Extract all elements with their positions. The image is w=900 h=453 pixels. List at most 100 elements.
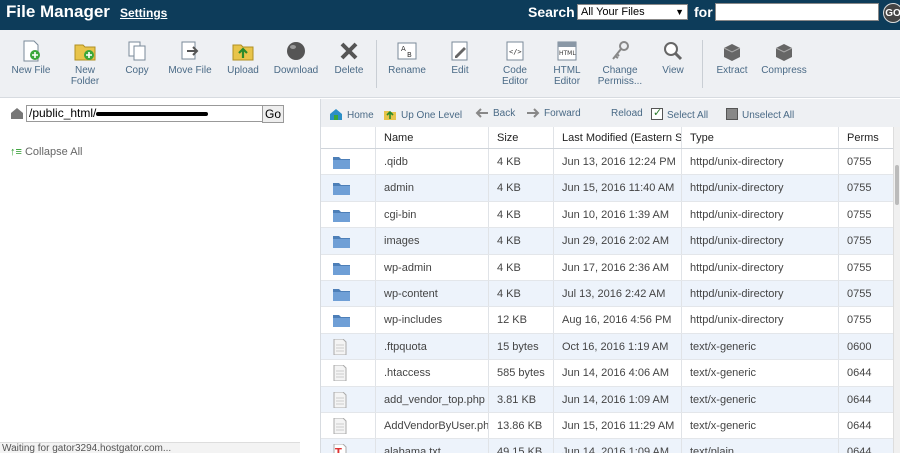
file-perms[interactable]: 0644 bbox=[839, 439, 895, 453]
file-perms[interactable]: 0644 bbox=[839, 413, 895, 438]
file-perms[interactable]: 0755 bbox=[839, 281, 895, 306]
file-perms[interactable]: 0644 bbox=[839, 387, 895, 412]
home-icon[interactable] bbox=[10, 107, 24, 119]
file-name[interactable]: images bbox=[376, 228, 489, 254]
type-column-header[interactable]: Type bbox=[682, 127, 839, 148]
file-name[interactable]: admin bbox=[376, 175, 489, 201]
new-folder-icon bbox=[74, 44, 96, 61]
search-go-button[interactable]: GO bbox=[883, 3, 900, 23]
table-row[interactable]: wp-content 4 KB Jul 13, 2016 2:42 AM httpd/… bbox=[321, 280, 895, 308]
perms-column-header[interactable]: Perms bbox=[839, 127, 895, 148]
view-button[interactable]: View bbox=[660, 40, 686, 76]
file-name[interactable]: AddVendorByUser.php bbox=[376, 412, 489, 439]
file-size: 4 KB bbox=[489, 149, 554, 175]
file-name[interactable]: alabama.txt bbox=[376, 439, 489, 453]
upload-button[interactable]: Upload bbox=[226, 40, 260, 76]
back-button[interactable]: Back bbox=[475, 108, 515, 119]
scrollbar-thumb[interactable] bbox=[895, 165, 899, 205]
file-name[interactable]: cgi-bin bbox=[376, 201, 489, 228]
file-rows: .qidb 4 KB Jun 13, 2016 12:24 PM httpd/unix… bbox=[321, 149, 895, 453]
modified-column-header[interactable]: Last Modified (Eastern St bbox=[554, 127, 682, 148]
new-file-button[interactable]: New File bbox=[10, 40, 52, 76]
file-perms[interactable]: 0600 bbox=[839, 334, 895, 359]
file-icon-cell[interactable] bbox=[321, 307, 376, 333]
search-scope-select[interactable]: All Your Files ▼ bbox=[577, 4, 688, 20]
file-perms[interactable]: 0755 bbox=[839, 307, 895, 332]
svg-text:T: T bbox=[335, 447, 342, 453]
copy-icon bbox=[128, 41, 146, 61]
new-folder-button[interactable]: New Folder bbox=[66, 40, 104, 87]
navigation-bar: Home Up One Level Back Forward Reload Se… bbox=[321, 99, 900, 127]
code-editor-button[interactable]: </> Code Editor bbox=[496, 40, 534, 87]
extract-label: Extract bbox=[716, 65, 748, 76]
download-button[interactable]: Download bbox=[272, 40, 320, 76]
move-file-button[interactable]: Move File bbox=[166, 40, 214, 76]
file-name[interactable]: add_vendor_top.php bbox=[376, 386, 489, 412]
table-row[interactable]: .htaccess 585 bytes Jun 14, 2016 4:06 AM te… bbox=[321, 360, 895, 387]
file-icon bbox=[333, 338, 347, 355]
file-modified: Jun 29, 2016 2:02 AM bbox=[554, 228, 682, 254]
file-name[interactable]: wp-admin bbox=[376, 254, 489, 280]
file-name[interactable]: wp-includes bbox=[376, 307, 489, 333]
change-permissions-button[interactable]: Change Permiss... bbox=[597, 40, 643, 87]
table-row[interactable]: .ftpquota 15 bytes Oct 16, 2016 1:19 AM tex… bbox=[321, 333, 895, 361]
table-row[interactable]: add_vendor_top.php 3.81 KB Jun 14, 2016 1:… bbox=[321, 386, 895, 413]
file-perms[interactable]: 0755 bbox=[839, 228, 895, 253]
file-perms[interactable]: 0755 bbox=[839, 202, 895, 227]
file-icon-cell[interactable] bbox=[321, 228, 376, 254]
folder-icon bbox=[333, 209, 350, 222]
settings-link[interactable]: Settings bbox=[120, 6, 167, 20]
folder-icon bbox=[333, 288, 350, 301]
table-row[interactable]: images 4 KB Jun 29, 2016 2:02 AM httpd/unix… bbox=[321, 228, 895, 255]
up-one-level-button[interactable]: Up One Level bbox=[383, 108, 462, 121]
file-icon-cell[interactable] bbox=[321, 175, 376, 201]
table-row[interactable]: wp-admin 4 KB Jun 17, 2016 2:36 AM httpd/un… bbox=[321, 254, 895, 281]
forward-button[interactable]: Forward bbox=[526, 108, 581, 119]
file-name[interactable]: .qidb bbox=[376, 149, 489, 175]
file-icon-cell[interactable] bbox=[321, 333, 376, 360]
path-go-button[interactable]: Go bbox=[262, 105, 284, 123]
size-column-header[interactable]: Size bbox=[489, 127, 554, 148]
file-size: 585 bytes bbox=[489, 360, 554, 386]
file-type: httpd/unix-directory bbox=[682, 228, 839, 254]
file-name[interactable]: wp-content bbox=[376, 280, 489, 307]
file-name[interactable]: .ftpquota bbox=[376, 333, 489, 360]
table-row[interactable]: AddVendorByUser.php 13.86 KB Jun 15, 2016 … bbox=[321, 412, 895, 440]
file-perms[interactable]: 0644 bbox=[839, 360, 895, 385]
svg-text:A: A bbox=[401, 45, 406, 53]
file-icon-cell[interactable]: T bbox=[321, 439, 376, 453]
edit-button[interactable]: Edit bbox=[446, 40, 474, 76]
table-row[interactable]: cgi-bin 4 KB Jun 10, 2016 1:39 AM httpd/uni… bbox=[321, 201, 895, 229]
delete-button[interactable]: Delete bbox=[332, 40, 366, 76]
folder-icon bbox=[333, 183, 350, 196]
table-row[interactable]: admin 4 KB Jun 15, 2016 11:40 AM httpd/unix… bbox=[321, 175, 895, 202]
file-icon-cell[interactable] bbox=[321, 149, 376, 175]
file-icon-cell[interactable] bbox=[321, 280, 376, 307]
file-perms[interactable]: 0755 bbox=[839, 149, 895, 174]
file-icon-cell[interactable] bbox=[321, 201, 376, 228]
new-folder-label: New Folder bbox=[70, 65, 100, 87]
html-editor-button[interactable]: HTML HTML Editor bbox=[550, 40, 584, 87]
file-icon-cell[interactable] bbox=[321, 386, 376, 412]
unselect-all-button[interactable]: Unselect All bbox=[726, 108, 794, 121]
table-row[interactable]: Talabama.txt 49.15 KB Jun 14, 2016 1:09 AM… bbox=[321, 439, 895, 453]
compress-button[interactable]: Compress bbox=[760, 40, 808, 76]
file-perms[interactable]: 0755 bbox=[839, 255, 895, 280]
name-column-header[interactable]: Name bbox=[376, 127, 489, 148]
file-icon-cell[interactable] bbox=[321, 360, 376, 386]
file-icon-cell[interactable] bbox=[321, 412, 376, 439]
rename-button[interactable]: AB Rename bbox=[386, 40, 428, 76]
home-nav-button[interactable]: Home bbox=[329, 108, 374, 121]
reload-button[interactable]: Reload bbox=[611, 108, 643, 119]
table-row[interactable]: .qidb 4 KB Jun 13, 2016 12:24 PM httpd/unix… bbox=[321, 149, 895, 176]
copy-button[interactable]: Copy bbox=[122, 40, 152, 76]
table-row[interactable]: wp-includes 12 KB Aug 16, 2016 4:56 PM http… bbox=[321, 307, 895, 334]
collapse-all-link[interactable]: ↑≡ Collapse All bbox=[10, 146, 82, 158]
search-input[interactable] bbox=[715, 3, 879, 21]
file-icon-cell[interactable] bbox=[321, 254, 376, 280]
file-perms[interactable]: 0755 bbox=[839, 175, 895, 200]
select-all-button[interactable]: Select All bbox=[651, 106, 708, 121]
file-name[interactable]: .htaccess bbox=[376, 360, 489, 386]
file-modified: Jul 13, 2016 2:42 AM bbox=[554, 280, 682, 307]
extract-button[interactable]: Extract bbox=[713, 40, 751, 76]
